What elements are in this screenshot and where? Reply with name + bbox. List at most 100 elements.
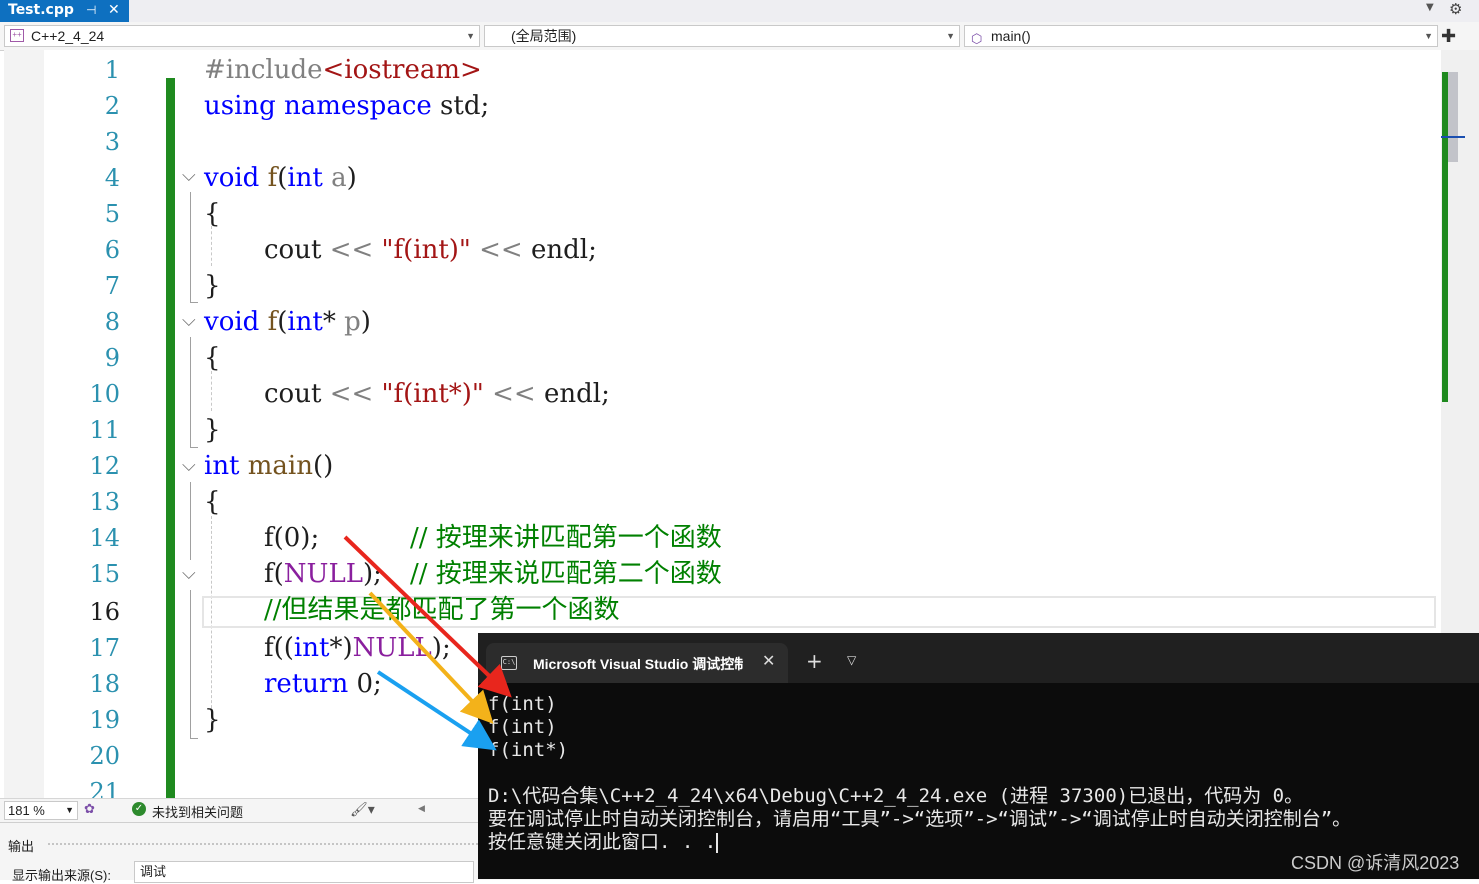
code-line-4: void f(int a) xyxy=(204,160,357,196)
function-name: main() xyxy=(991,28,1031,44)
chevron-down-icon[interactable]: ▼ xyxy=(466,26,475,46)
output-source-value: 调试 xyxy=(140,864,167,879)
project-combo[interactable]: ++ C++2_4_24 ▼ xyxy=(4,25,480,47)
code-text: 0; xyxy=(348,669,382,699)
code-text: ( xyxy=(277,163,288,193)
code-line-6: cout << "f(int)" << endl; xyxy=(264,232,597,268)
output-panel-title: 输出 xyxy=(8,839,35,854)
code-text: } xyxy=(204,271,221,301)
code-cleanup-icon[interactable]: ✿ xyxy=(84,801,95,817)
issues-status[interactable]: 未找到相关问题 xyxy=(152,802,243,821)
line-number: 11 xyxy=(89,416,120,444)
output-source-combo[interactable]: 调试 xyxy=(134,861,474,883)
parameter: a xyxy=(322,163,347,193)
scroll-left-icon[interactable]: ◀ xyxy=(418,803,425,814)
code-line-10: cout << "f(int*)" << endl; xyxy=(264,376,610,412)
keyword: void xyxy=(204,307,260,337)
operator: << xyxy=(329,379,374,409)
console-output-line: f(int) xyxy=(488,693,557,715)
code-text: ) xyxy=(346,163,357,193)
chevron-down-icon[interactable]: ▼ xyxy=(1424,26,1433,46)
code-text: { xyxy=(204,343,221,373)
code-text: } xyxy=(204,705,221,735)
line-number: 8 xyxy=(104,308,120,336)
operator: << xyxy=(492,379,536,409)
split-add-icon[interactable]: ✚ xyxy=(1441,26,1456,47)
navigation-bar: ++ C++2_4_24 ▼ (全局范围) ▼ ⬡ main() ▼ ✚ xyxy=(0,22,1479,51)
current-line-number: 16 xyxy=(89,598,120,626)
code-line-12: int main() xyxy=(204,448,333,484)
code-line-2: using namespace std; xyxy=(204,88,489,124)
code-text: * xyxy=(322,307,336,337)
line-number: 7 xyxy=(104,272,120,300)
code-line-18: return 0; xyxy=(264,666,382,702)
collapse-icon[interactable]: ⌵ xyxy=(182,563,196,584)
include-file: <iostream> xyxy=(322,55,482,85)
preprocessor-directive: #include xyxy=(204,55,323,85)
close-icon[interactable]: ✕ xyxy=(762,651,775,670)
line-number: 19 xyxy=(89,706,120,734)
collapse-icon[interactable]: ⌵ xyxy=(182,455,196,476)
gear-icon[interactable]: ⚙ xyxy=(1449,0,1462,18)
tab-title: Test.cpp xyxy=(8,2,74,18)
panel-grip[interactable] xyxy=(48,843,478,845)
code-text: () xyxy=(313,451,334,481)
collapse-icon[interactable]: ⌵ xyxy=(182,165,196,186)
comment: // 按理来说匹配第二个函数 xyxy=(410,559,722,589)
code-text: ( xyxy=(277,307,288,337)
fold-region-line xyxy=(190,590,191,738)
code-text: } xyxy=(204,415,221,445)
keyword: int xyxy=(293,633,330,663)
fold-region-end xyxy=(190,447,198,448)
new-tab-icon[interactable]: + xyxy=(806,649,823,673)
watermark: CSDN @诉清风2023 xyxy=(1291,853,1460,873)
project-name: C++2_4_24 xyxy=(31,28,105,44)
scrollbar-thumb[interactable] xyxy=(1448,72,1458,162)
line-number: 20 xyxy=(89,742,120,770)
terminal-tab[interactable]: C:\ Microsoft Visual Studio 调试控制台 ✕ xyxy=(486,643,788,683)
tab-test-cpp[interactable]: Test.cpp ⊣ ✕ xyxy=(0,0,129,22)
scope-combo[interactable]: (全局范围) ▼ xyxy=(484,25,960,47)
project-icon: ++ xyxy=(10,29,24,42)
close-icon[interactable]: ✕ xyxy=(108,0,120,21)
console-output-line: 按任意键关闭此窗口. . . xyxy=(488,831,717,853)
line-number: 9 xyxy=(104,344,120,372)
line-number: 1 xyxy=(104,56,120,84)
console-output-line: D:\代码合集\C++2_4_24\x64\Debug\C++2_4_24.ex… xyxy=(488,785,1304,807)
code-line-13: { xyxy=(204,484,221,520)
code-line-14-comment: // 按理来讲匹配第一个函数 xyxy=(410,520,722,556)
code-text: cout xyxy=(264,379,330,409)
function-combo[interactable]: ⬡ main() ▼ xyxy=(964,25,1438,47)
operator: << xyxy=(479,235,523,265)
chevron-down-icon[interactable]: ▽ xyxy=(847,653,856,667)
line-number: 18 xyxy=(89,670,120,698)
debug-console-window[interactable]: C:\ Microsoft Visual Studio 调试控制台 ✕ + ▽ … xyxy=(478,633,1479,879)
change-tracking-bar xyxy=(166,78,175,88)
code-line-16: //但结果是都匹配了第一个函数 xyxy=(264,592,620,628)
chevron-down-icon[interactable]: ▼ xyxy=(65,802,74,819)
function-name: f xyxy=(267,163,278,193)
line-number: 15 xyxy=(89,560,120,588)
code-line-5: { xyxy=(204,196,221,232)
string-literal: "f(int*)" xyxy=(381,379,484,409)
parameter: p xyxy=(335,307,361,337)
line-number: 13 xyxy=(89,488,120,516)
line-number: 14 xyxy=(89,524,120,552)
line-number: 4 xyxy=(104,164,120,192)
console-output-line: f(int*) xyxy=(488,739,569,761)
tab-list-dropdown-icon[interactable]: ▼ xyxy=(1426,2,1434,13)
code-text: f(( xyxy=(264,633,294,663)
code-line-17: f((int*)NULL); xyxy=(264,630,451,666)
collapse-icon[interactable]: ⌵ xyxy=(182,310,196,331)
fold-region-end xyxy=(190,738,198,739)
zoom-combo[interactable]: 181 % ▼ xyxy=(4,801,78,820)
pin-icon[interactable]: ⊣ xyxy=(86,0,96,21)
filter-icon[interactable]: 🖌▾ xyxy=(350,801,375,818)
console-output-line: f(int) xyxy=(488,716,557,738)
chevron-down-icon[interactable]: ▼ xyxy=(946,26,955,46)
indent-guide xyxy=(211,226,212,266)
code-text: ); xyxy=(431,633,451,663)
line-number: 2 xyxy=(104,92,120,120)
line-number: 10 xyxy=(89,380,120,408)
keyword: int xyxy=(204,451,240,481)
